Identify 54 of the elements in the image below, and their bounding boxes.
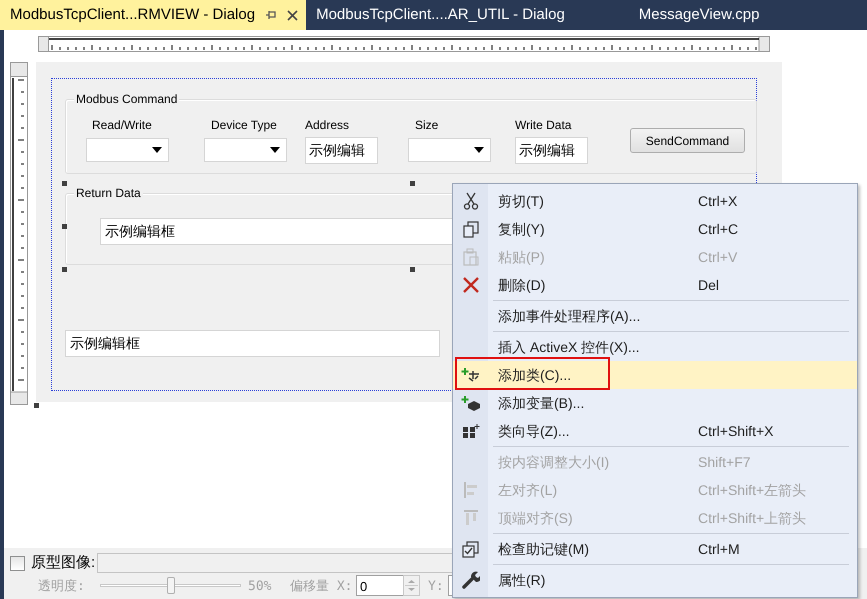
document-tab[interactable]: ModbusTcpClient...RMVIEW - Dialog [0, 0, 306, 30]
field-label: Write Data [515, 118, 572, 132]
document-tab[interactable]: ModbusTcpClient....AR_UTIL - Dialog [306, 0, 573, 30]
class-wizard-icon [462, 423, 480, 439]
scissors-icon [462, 192, 478, 210]
field-label: Address [305, 118, 350, 132]
pin-icon[interactable] [265, 9, 278, 21]
add-variable-icon [460, 395, 480, 411]
offset-label: Y: [428, 578, 444, 596]
menu-item[interactable]: 插入 ActiveX 控件(X)... [453, 333, 857, 361]
resize-handle[interactable] [410, 267, 415, 272]
wrench-icon [462, 571, 480, 589]
field-label: Read/Write [92, 118, 152, 132]
document-tab[interactable]: MessageView.cpp [628, 0, 768, 30]
dropdown[interactable] [408, 138, 491, 162]
resize-handle[interactable] [34, 403, 39, 408]
delete-icon [462, 277, 478, 293]
x-offset-field[interactable]: 0 [356, 575, 404, 596]
menu-item[interactable]: 属性(R) [453, 566, 857, 594]
offset-label: 偏移量 X: [290, 578, 352, 596]
send-command-button[interactable]: SendCommand [630, 128, 745, 153]
resize-handle[interactable] [62, 267, 67, 272]
menu-item[interactable]: 剪切(T) Ctrl+X [453, 187, 857, 215]
opacity-reading: 50% [248, 578, 272, 596]
menu-item[interactable]: 类向导(Z)... Ctrl+Shift+X [453, 417, 857, 445]
menu-item[interactable]: 添加变量(B)... [453, 389, 857, 417]
menu-item[interactable]: 添加事件处理程序(A)... [453, 302, 857, 330]
dropdown[interactable] [204, 138, 287, 162]
text-field[interactable]: 示例编辑 [515, 137, 588, 164]
resize-handle[interactable] [62, 181, 67, 186]
field-label: Device Type [211, 118, 277, 132]
add-class-icon [460, 367, 480, 383]
caret-icon [152, 147, 162, 153]
check-mnemonics-icon [462, 540, 479, 558]
spinner[interactable] [403, 575, 420, 596]
text-field[interactable]: 示例编辑框 [65, 330, 440, 357]
align-top-icon [462, 509, 478, 527]
menu-item[interactable]: 检查助记键(M) Ctrl+M [453, 535, 857, 563]
menu-item[interactable]: 删除(D) Del [453, 271, 857, 299]
clipboard-icon [462, 248, 478, 266]
close-icon[interactable] [287, 10, 298, 20]
field-label: Size [415, 118, 438, 132]
dropdown[interactable] [86, 138, 169, 162]
copy-icon [462, 220, 478, 238]
opacity-label: 透明度: [38, 578, 85, 596]
align-left-icon [462, 481, 478, 499]
text-field[interactable]: 示例编辑 [305, 137, 378, 164]
caret-icon [474, 147, 484, 153]
slider-thumb[interactable] [166, 577, 174, 594]
checkbox-label: 原型图像: [31, 553, 96, 573]
checkbox[interactable] [10, 556, 25, 571]
resize-handle[interactable] [62, 224, 67, 229]
caret-icon [270, 147, 280, 153]
resize-handle[interactable] [410, 181, 415, 186]
